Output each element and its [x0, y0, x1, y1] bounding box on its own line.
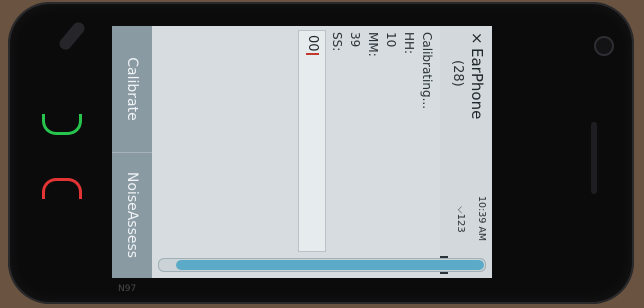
mm-value: 39: [348, 32, 362, 48]
network-indicator: ⌵123: [455, 206, 466, 233]
ss-label: SS:: [330, 32, 344, 52]
model-label: N97: [118, 284, 137, 294]
speaker-slot: [591, 122, 597, 194]
close-icon[interactable]: ×: [468, 32, 486, 45]
softkey-bar: Calibrate NoiseAssess: [112, 26, 152, 278]
hh-value: 10: [384, 32, 398, 48]
noiseassess-softkey[interactable]: NoiseAssess: [112, 152, 152, 278]
calibrate-softkey[interactable]: Calibrate: [112, 26, 152, 153]
ss-input-value: 00: [305, 35, 320, 52]
ss-input-value-wrap: 00: [305, 35, 320, 55]
ss-input-field[interactable]: 00: [298, 30, 326, 252]
noiseassess-label: NoiseAssess: [124, 171, 140, 259]
calibrating-text: Calibrating...: [420, 32, 434, 110]
app-screen: × EarPhone (28) 10:39 AM ⌵123 ✉ Calibrat…: [152, 26, 492, 278]
progress-fill: [176, 260, 484, 270]
status-time: 10:39 AM: [476, 196, 487, 242]
mm-label: MM:: [366, 32, 380, 57]
call-key-icon[interactable]: [42, 114, 82, 135]
camera-lens-icon: [594, 36, 614, 56]
hh-label: HH:: [402, 32, 416, 55]
network-label: 123: [455, 213, 466, 233]
app-title: EarPhone: [468, 48, 486, 120]
app-subtitle: (28): [450, 60, 465, 87]
progress-bar: [158, 258, 486, 272]
text-cursor: [306, 52, 319, 55]
title-bar: × EarPhone (28) 10:39 AM ⌵123 ✉: [440, 26, 492, 278]
menu-key[interactable]: [57, 19, 87, 53]
end-call-key-icon[interactable]: [42, 178, 82, 199]
calibrate-label: Calibrate: [124, 57, 140, 121]
